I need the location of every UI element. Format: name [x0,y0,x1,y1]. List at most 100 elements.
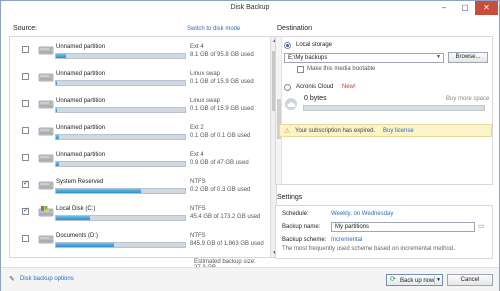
partition-usage-fill [56,135,59,139]
schedule-label: Schedule: [282,211,309,217]
partition-usage-fill [56,108,57,112]
partition-usage-bar [55,188,186,194]
partition-row[interactable]: Unnamed partition Ext 2 0.1 GB of 0.1 GB u… [10,122,268,148]
partition-usage-fill [56,162,59,166]
bootable-media-label: Make this media bootable [307,66,376,72]
partition-size: 8.1 GB of 95.8 GB used [190,52,254,58]
title-bar: Disk Backup – ▢ ✕ [1,1,499,16]
destination-box: Local storage E:\My backups ▼ Browse... … [275,36,493,185]
partition-usage-bar [55,53,186,59]
partition-filesystem: Ext 4 [190,152,204,158]
bootable-media-checkbox[interactable] [297,66,304,73]
hard-drive-icon [38,235,54,244]
partition-filesystem: Linux swap [190,71,221,77]
partition-usage-fill [56,189,141,193]
minimize-button[interactable]: – [433,1,455,15]
partition-filesystem: NTFS [190,179,206,185]
partition-checkbox[interactable] [22,73,29,80]
chevron-down-icon[interactable]: ▼ [436,275,441,285]
partition-filesystem: NTFS [190,233,206,239]
partition-name: Documents (D:) [56,233,99,239]
acronis-cloud-radio[interactable] [284,84,291,91]
buy-more-space-link[interactable]: Buy more space [446,96,489,102]
partition-checkbox[interactable] [22,179,29,188]
partition-row[interactable]: Unnamed partition Linux swap 0.1 GB of 15.… [10,95,268,121]
warning-icon: ⚠ [284,128,291,135]
local-storage-label: Local storage [296,42,333,48]
partition-name: Unnamed partition [56,71,106,77]
partition-checkbox[interactable] [22,100,29,107]
destination-scrollbar[interactable] [276,37,282,184]
backup-icon: ⟳ [390,276,396,283]
windows-drive-icon [38,206,54,217]
partition-row[interactable]: Documents (D:) NTFS 845.9 GB of 1,863 GB u… [10,230,268,256]
settings-box: Schedule: Weekly, on Wednesday Backup na… [275,205,493,259]
backup-name-label: Backup name: [282,224,321,230]
destination-path-value: E:\My backups [288,55,328,61]
hard-drive-icon [38,154,54,163]
partition-name: Unnamed partition [56,44,106,50]
back-up-now-label: Back up now [400,278,435,284]
hard-drive-icon [38,73,54,82]
footer-bar: ✎ Disk backup options ⟳ Back up now ▼ Ca… [1,267,499,291]
maximize-button[interactable]: ▢ [454,1,476,15]
window-title: Disk Backup [230,4,270,11]
partition-list: ▲ ▼ Unnamed partitionExt 48.1 GB of 95.8… [9,36,277,258]
partition-checkbox[interactable] [22,127,29,134]
partition-row[interactable]: Unnamed partition Linux swap 0.1 GB of 15.… [10,68,268,94]
partition-name: Unnamed partition [56,98,106,104]
partition-checkbox[interactable] [22,46,29,53]
back-up-now-button[interactable]: ⟳ Back up now ▼ [386,274,443,286]
edit-name-icon[interactable]: ▭ [478,222,485,230]
partition-row[interactable]: System Reserved NTFS 0.2 GB of 0.3 GB used [10,176,268,202]
partition-usage-fill [56,81,57,85]
button-separator [434,276,435,284]
settings-label: Settings [277,194,303,201]
new-badge: New! [342,84,356,90]
partition-checkbox[interactable] [22,206,29,215]
destination-panel: Destination Local storage E:\My backups … [275,17,493,273]
cancel-button[interactable]: Cancel [447,274,493,286]
partition-checkbox[interactable] [22,154,29,161]
switch-to-disk-mode-link[interactable]: Switch to disk mode [187,26,240,32]
backup-name-input[interactable]: My partitions [331,222,475,232]
partition-size: 0.9 GB of 47 GB used [190,160,249,166]
backup-scheme-description: The most frequently used scheme based on… [282,246,455,252]
source-panel: Source: Switch to disk mode ▲ ▼ Unnamed … [9,17,277,273]
partition-size: 0.1 GB of 15.9 GB used [190,106,254,112]
destination-path-input[interactable]: E:\My backups ▼ [284,53,444,63]
partition-filesystem: Linux swap [190,98,221,104]
partition-checkbox[interactable] [22,235,29,242]
subscription-warning: ⚠ Your subscription has expired. Buy lic… [279,124,492,137]
partition-row[interactable]: Unnamed partition Ext 4 8.1 GB of 95.8 GB … [10,41,268,67]
partition-size: 845.9 GB of 1,863 GB used [190,241,264,247]
chevron-down-icon[interactable]: ▼ [436,54,441,60]
cloud-icon [285,98,297,110]
close-button[interactable]: ✕ [475,1,498,15]
partition-name: Unnamed partition [56,152,106,158]
partition-usage-fill [56,54,66,58]
local-storage-radio[interactable] [284,42,291,49]
disk-backup-options-link[interactable]: Disk backup options [20,276,74,282]
acronis-cloud-label: Acronis Cloud [296,84,334,90]
wrench-icon: ✎ [9,276,15,283]
partition-usage-bar [55,161,186,167]
browse-button[interactable]: Browse... [448,52,488,63]
cloud-usage-bar [303,105,485,111]
hard-drive-icon [38,100,54,109]
buy-license-link[interactable]: Buy license [383,128,414,134]
hard-drive-icon [38,127,54,136]
partition-usage-bar [55,107,186,113]
destination-label: Destination [277,25,313,32]
partition-row[interactable]: Unnamed partition Ext 4 0.9 GB of 47 GB us… [10,149,268,175]
schedule-link[interactable]: Weekly, on Wednesday [331,211,393,217]
partition-usage-bar [55,215,186,221]
cloud-used-bytes: 0 bytes [304,95,327,102]
warning-text: Your subscription has expired. [295,128,376,134]
partition-row[interactable]: Local Disk (C:) NTFS 45.4 GB of 173.2 GB u… [10,203,268,229]
partition-usage-bar [55,80,186,86]
partition-usage-bar [55,242,186,248]
partition-usage-fill [56,243,114,247]
hard-drive-icon [38,181,54,190]
backup-scheme-link[interactable]: Incremental [331,237,362,243]
